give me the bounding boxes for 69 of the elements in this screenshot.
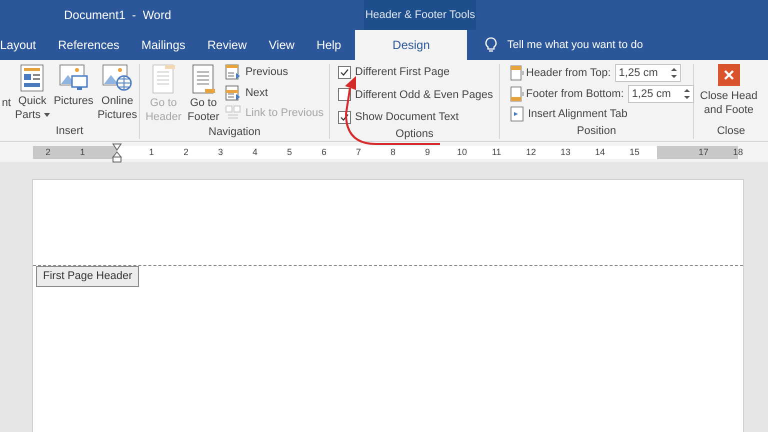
ruler-number: 14 (595, 146, 605, 158)
ruler-number: 1 (149, 146, 154, 158)
ribbon-button[interactable]: Go to Footer (188, 64, 220, 124)
checkbox-label: Different Odd & Even Pages (355, 88, 493, 102)
group-label: Close (716, 124, 746, 138)
ribbon-button[interactable]: Quick Parts (15, 64, 50, 122)
tell-me-field[interactable]: Tell me what you want to do (485, 30, 643, 60)
alignment-tab-icon (510, 106, 524, 122)
spin-arrows-icon (670, 67, 677, 79)
ruler-number: 15 (630, 146, 640, 158)
ruler-number: 5 (287, 146, 292, 158)
ruler-number: 10 (457, 146, 467, 158)
group-label: Position (576, 124, 616, 138)
checkbox[interactable] (338, 66, 351, 79)
check-icon (340, 112, 349, 122)
margin-page-icon (510, 86, 524, 102)
link-pages-icon (225, 105, 242, 122)
ribbon-tab[interactable]: View (268, 30, 295, 60)
ribbon-button[interactable]: Pictures (54, 64, 94, 108)
checkbox-label: Different First Page (355, 65, 450, 80)
spin-arrows-icon (684, 88, 690, 100)
spinner-field[interactable]: 1,25 cm (628, 85, 694, 103)
ribbon-tab[interactable]: Layout (0, 30, 36, 60)
spinner-label: Footer from Bottom: (526, 86, 624, 102)
ruler-number: 3 (218, 146, 223, 158)
lightbulb-icon (485, 37, 498, 53)
check-icon (340, 68, 349, 77)
ruler-number: 6 (322, 146, 326, 158)
picture-globe-icon (102, 64, 132, 92)
ruler-number: 17 (698, 146, 708, 158)
ribbon-button[interactable]: Previous (225, 64, 324, 80)
ribbon-tab[interactable]: Review (207, 30, 247, 60)
ruler-number: 7 (356, 146, 361, 158)
ruler-number: 4 (252, 146, 258, 158)
picture-monitor-icon (58, 64, 89, 92)
header-tag: First Page Header (36, 266, 140, 286)
ruler-number: 2 (184, 146, 188, 158)
group-label: Insert (56, 124, 84, 138)
ribbon-button[interactable]: Next (225, 84, 324, 101)
ruler-number: 1 (80, 146, 85, 158)
spinner-label: Header from Top: (526, 66, 611, 81)
ribbon-button[interactable]: Online Pictures (97, 64, 138, 122)
group-label: Options (396, 126, 434, 142)
ruler-number: 9 (425, 146, 430, 158)
margin-page-icon (510, 65, 524, 81)
group-label: Navigation (208, 125, 260, 140)
contextual-tab-title: Header & Footer Tools (364, 0, 476, 30)
ruler-number: 12 (526, 146, 536, 158)
ribbon-button[interactable]: Insert Alignment Tab (510, 106, 694, 122)
footer-page-icon (191, 64, 216, 94)
ribbon-tab[interactable]: Design (355, 30, 468, 60)
ribbon-button[interactable]: nt (2, 64, 11, 110)
ruler-number: 13 (560, 146, 570, 158)
spinner-field[interactable]: 1,25 cm (614, 64, 681, 82)
window-title: Document1 - Word (64, 7, 172, 24)
ruler-number: 8 (390, 146, 396, 158)
ruler-number: 18 (733, 146, 743, 158)
ribbon-tab[interactable]: References (58, 30, 120, 60)
close-header-footer-button[interactable]: Close Head and Foote (694, 64, 758, 122)
ruler-number: 2 (46, 146, 50, 158)
header-page-icon (151, 64, 176, 94)
ruler-number: 11 (492, 146, 502, 158)
ribbon-tab[interactable]: Mailings (141, 30, 186, 60)
document-parts-icon (19, 64, 46, 92)
ribbon-tab[interactable]: Help (316, 30, 342, 60)
checkbox-label: Show Document Text (355, 110, 459, 125)
close-icon (718, 64, 740, 86)
previous-section-icon (225, 64, 242, 80)
next-section-icon (225, 84, 242, 101)
